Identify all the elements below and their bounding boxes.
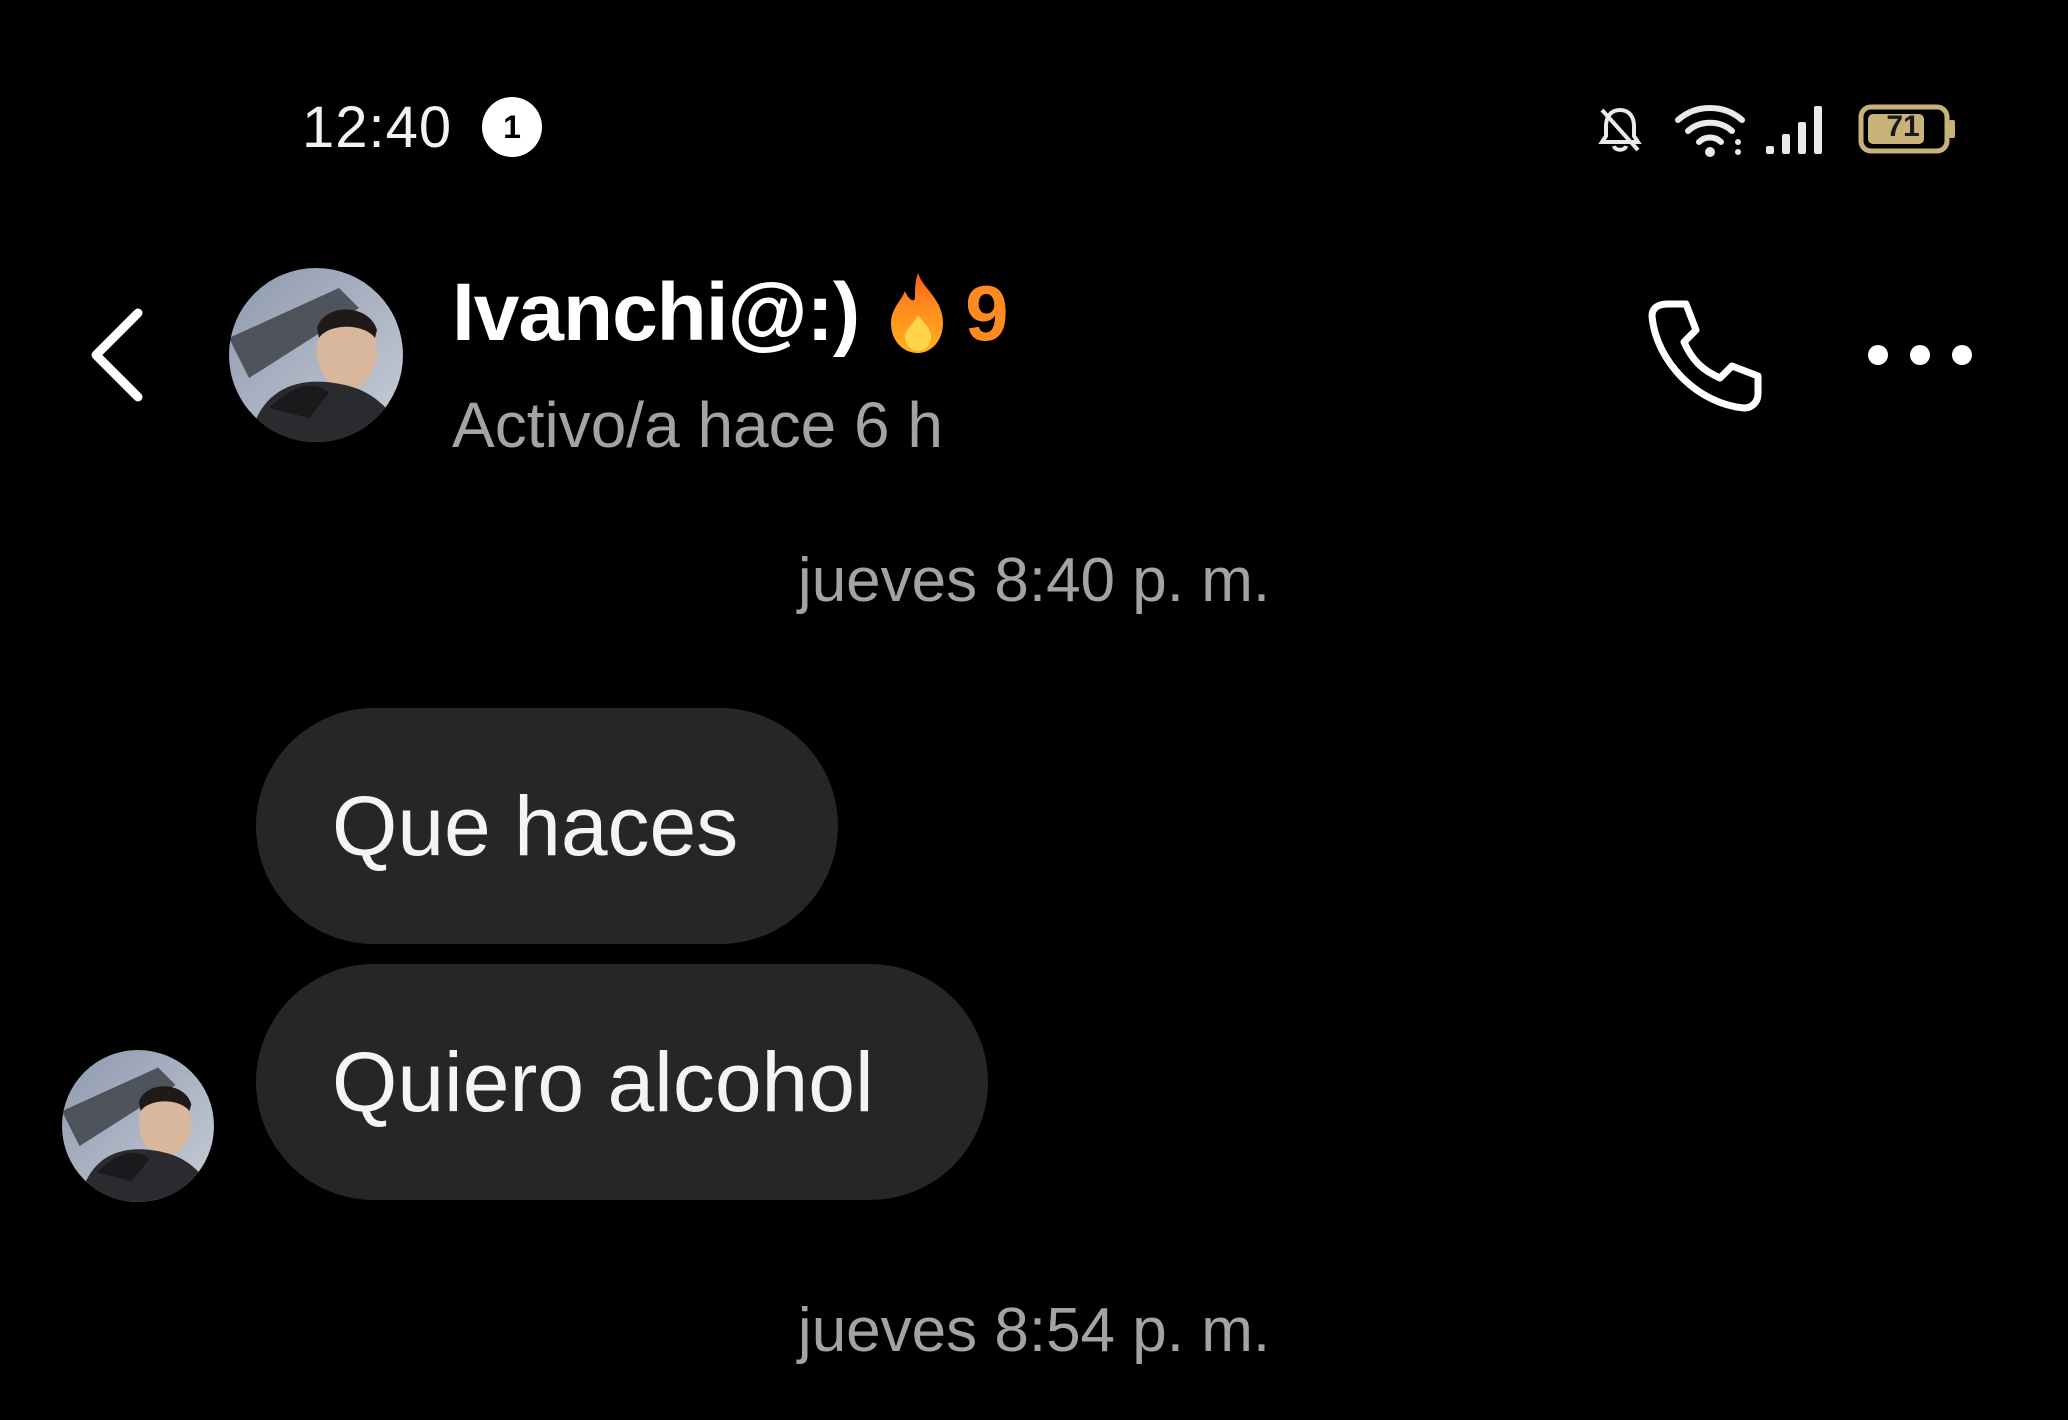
avatar-photo: [62, 1050, 214, 1202]
message-bubble[interactable]: Quiero alcohol: [256, 964, 988, 1200]
back-icon: [91, 308, 143, 402]
notification-badge: 1: [482, 97, 542, 157]
back-button[interactable]: [80, 305, 160, 405]
bell-muted-icon: [1598, 107, 1642, 152]
call-button[interactable]: [1640, 290, 1770, 420]
avatar-photo: [229, 268, 403, 442]
message-text: Quiero alcohol: [332, 1034, 874, 1129]
message-timestamp: jueves 8:54 p. m.: [797, 1296, 1271, 1365]
streak-count: 9: [965, 268, 1009, 357]
contact-name: Ivanchi@:): [452, 267, 860, 358]
status-time: 12:40: [302, 95, 453, 160]
sender-avatar[interactable]: [62, 1050, 214, 1202]
wifi-icon: [1675, 105, 1745, 157]
contact-avatar[interactable]: [229, 268, 403, 442]
phone-icon: [1648, 300, 1762, 412]
fire-icon: [891, 273, 944, 353]
message-text: Que haces: [332, 778, 739, 873]
message-bubble[interactable]: Que haces: [256, 708, 838, 944]
more-icon: [1868, 345, 1972, 365]
contact-activity-status: Activo/a hace 6 h: [452, 389, 943, 461]
more-options-button[interactable]: [1860, 330, 1980, 380]
contact-title[interactable]: Ivanchi@:) 9: [452, 267, 1009, 358]
signal-icon: [1766, 106, 1822, 154]
message-timestamp: jueves 8:40 p. m.: [797, 546, 1271, 615]
battery-level: 71: [1886, 110, 1920, 143]
